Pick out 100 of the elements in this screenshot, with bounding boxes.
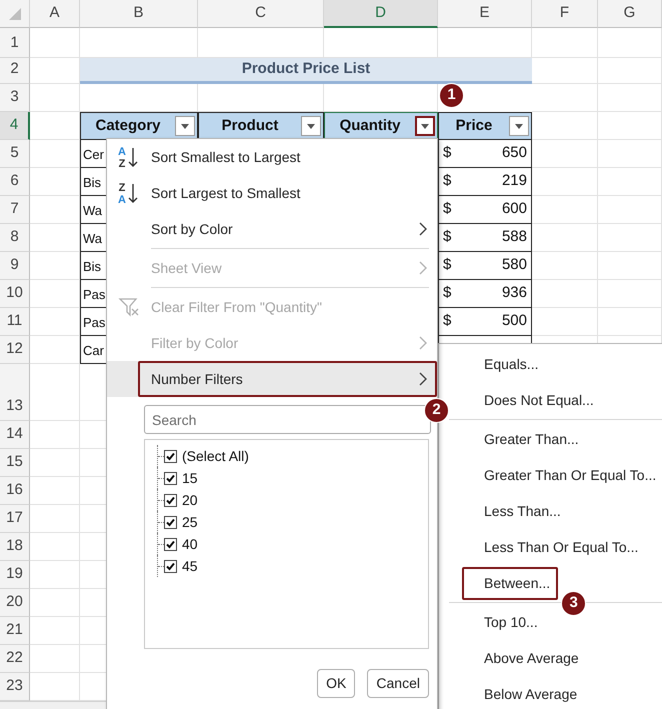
checkbox[interactable] [164, 538, 177, 550]
sheet-cell[interactable] [598, 196, 662, 224]
funnel-clear-icon [118, 296, 140, 318]
table-cell-text: 650 [502, 142, 527, 162]
column-header[interactable]: F [532, 0, 598, 28]
table-cell-text: 219 [502, 170, 527, 190]
row-header[interactable]: 3 [0, 84, 30, 112]
menu-item[interactable]: Equals... [484, 354, 538, 374]
chevron-right-icon [419, 222, 427, 236]
header-label: Quantity [338, 116, 402, 136]
row-header[interactable]: 11 [0, 308, 30, 336]
sheet-cell[interactable] [30, 617, 80, 645]
sheet-cell[interactable] [532, 28, 598, 58]
header-label: Category [94, 116, 162, 136]
row-header[interactable]: 22 [0, 645, 30, 673]
sheet-cell[interactable] [532, 84, 598, 112]
checkbox[interactable] [164, 450, 177, 462]
sheet-cell[interactable] [30, 449, 80, 477]
currency-symbol: $ [443, 310, 452, 330]
checkbox[interactable] [164, 494, 177, 506]
sheet-cell[interactable] [598, 84, 662, 112]
menu-item[interactable]: Above Average [484, 648, 579, 668]
row-header[interactable]: 4 [0, 112, 30, 140]
search-field[interactable]: Search [144, 405, 431, 434]
currency-symbol: $ [443, 198, 452, 218]
column-header[interactable]: A [30, 0, 80, 28]
table-cell-text: 500 [502, 310, 527, 330]
table-cell-text: 936 [502, 282, 527, 302]
sheet-cell[interactable] [598, 252, 662, 280]
sheet-cell[interactable] [30, 364, 80, 421]
chevron-right-icon [419, 336, 427, 350]
currency-symbol: $ [443, 254, 452, 274]
row-header[interactable]: 14 [0, 421, 30, 449]
checkbox-label: 40 [182, 534, 198, 554]
menu-item[interactable]: Less Than... [484, 500, 561, 522]
row-header[interactable]: 10 [0, 280, 30, 308]
row-header[interactable]: 16 [0, 477, 30, 505]
column-header[interactable]: D [324, 0, 438, 28]
checkbox[interactable] [164, 516, 177, 528]
sheet-cell[interactable] [30, 645, 80, 673]
currency-symbol: $ [443, 142, 452, 162]
filter-dropdown-button[interactable] [301, 116, 321, 136]
table-cell-text: 600 [502, 198, 527, 218]
sheet-cell[interactable] [598, 58, 662, 84]
chevron-right-icon [419, 372, 427, 386]
row-header[interactable]: 2 [0, 58, 30, 84]
sheet-cell[interactable] [30, 561, 80, 589]
checkbox-label: 45 [182, 556, 198, 576]
sheet-cell[interactable] [30, 28, 80, 58]
row-header[interactable]: 7 [0, 196, 30, 224]
callout-badge: 1 [439, 83, 464, 108]
sheet-cell[interactable] [598, 140, 662, 168]
currency-symbol: $ [443, 282, 452, 302]
sheet-cell[interactable] [30, 421, 80, 449]
chevron-right-icon [419, 261, 427, 275]
row-header[interactable]: 18 [0, 533, 30, 561]
sheet-cell[interactable] [30, 477, 80, 505]
menu-item[interactable]: Does Not Equal... [484, 390, 594, 410]
row-header[interactable]: 21 [0, 617, 30, 645]
menu-item[interactable]: Below Average [484, 684, 578, 704]
menu-item[interactable]: Greater Than... [484, 428, 579, 450]
row-header[interactable]: 1 [0, 28, 30, 58]
checkbox-label: 15 [182, 468, 198, 488]
row-header[interactable]: 15 [0, 449, 30, 477]
filter-dropdown-button[interactable] [509, 116, 529, 136]
sheet-cell[interactable] [598, 280, 662, 308]
sheet-cell[interactable] [598, 112, 662, 140]
row-header[interactable]: 17 [0, 505, 30, 533]
column-header[interactable]: B [80, 0, 198, 28]
sheet-cell[interactable] [30, 533, 80, 561]
dropdown-arrow-icon [515, 124, 523, 128]
column-header[interactable]: G [598, 0, 662, 28]
checkbox[interactable] [164, 472, 177, 484]
menu-item[interactable]: Less Than Or Equal To... [484, 536, 638, 558]
row-header[interactable]: 19 [0, 561, 30, 589]
row-header[interactable]: 5 [0, 140, 30, 168]
column-header[interactable]: E [438, 0, 532, 28]
row-header[interactable]: 23 [0, 673, 30, 701]
filter-dropdown-button[interactable] [175, 116, 195, 136]
table-cell-text: 580 [502, 254, 527, 274]
row-header[interactable]: 20 [0, 589, 30, 617]
sheet-cell[interactable] [30, 505, 80, 533]
sheet-cell[interactable] [598, 308, 662, 336]
row-header[interactable]: 8 [0, 224, 30, 252]
row-header[interactable]: 9 [0, 252, 30, 280]
menu-item[interactable]: Greater Than Or Equal To... [484, 464, 656, 486]
sheet-cell[interactable] [30, 84, 80, 112]
sheet-cell[interactable] [598, 168, 662, 196]
sheet-cell[interactable] [598, 28, 662, 58]
row-header[interactable]: 13 [0, 364, 30, 421]
row-header[interactable]: 6 [0, 168, 30, 196]
row-header[interactable]: 12 [0, 336, 30, 364]
sheet-cell[interactable] [598, 224, 662, 252]
column-header[interactable]: C [198, 0, 324, 28]
table-title: Product Price List [80, 58, 532, 84]
ok-button[interactable]: OK [317, 669, 356, 698]
cancel-button[interactable]: Cancel [367, 669, 429, 698]
checkbox[interactable] [164, 560, 177, 572]
checkbox-label: (Select All) [182, 446, 249, 466]
sheet-cell[interactable] [30, 589, 80, 617]
